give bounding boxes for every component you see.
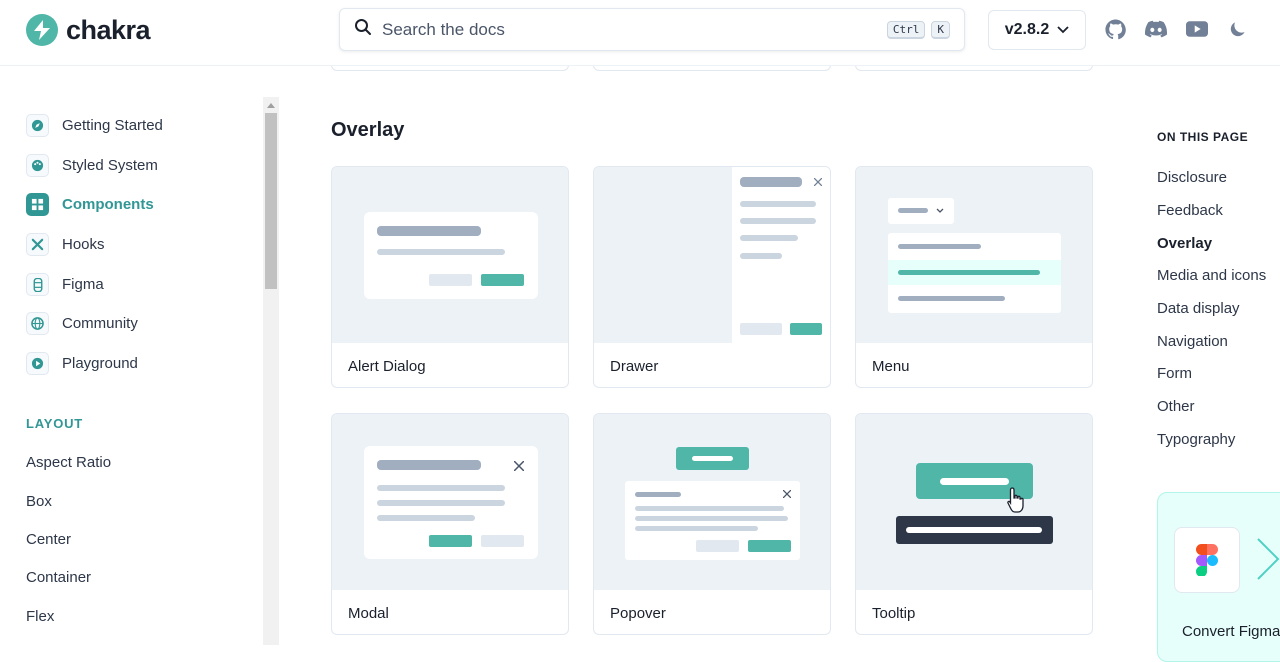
version-label: v2.8.2 (1004, 21, 1050, 38)
drawer-preview (594, 167, 830, 343)
globe-icon (26, 312, 49, 335)
toc-item-data-display[interactable]: Data display (1157, 300, 1240, 317)
sidebar-item-figma[interactable]: Figma (26, 273, 104, 296)
toc-item-typography[interactable]: Typography (1157, 431, 1235, 448)
alert-dialog-preview (332, 167, 568, 343)
sidebar: Getting Started Styled System Components… (0, 67, 280, 645)
lightning-icon (26, 14, 58, 46)
modal-preview (332, 414, 568, 590)
chakra-logo[interactable]: chakra (26, 14, 151, 46)
scroll-up-arrow-icon[interactable] (263, 97, 279, 113)
sidebar-item-label: Components (62, 196, 154, 213)
card-label: Alert Dialog (348, 358, 426, 375)
close-icon (814, 178, 822, 186)
tools-icon (26, 233, 49, 256)
scrollbar-thumb[interactable] (265, 113, 277, 289)
kbd-k: K (931, 20, 950, 39)
promo-text: Convert Figma (1182, 623, 1280, 640)
version-select[interactable]: v2.8.2 (988, 10, 1086, 50)
search-icon (354, 18, 372, 41)
toc-item-media-and-icons[interactable]: Media and icons (1157, 267, 1266, 284)
play-icon (26, 352, 49, 375)
sidebar-item-container[interactable]: Container (26, 569, 91, 586)
figma-promo-card[interactable]: Convert Figma (1157, 492, 1280, 662)
card-modal[interactable]: Modal (331, 413, 569, 635)
card-label: Tooltip (872, 605, 916, 622)
section-heading: Overlay (331, 119, 405, 141)
compass-icon (26, 114, 49, 137)
toc-item-feedback[interactable]: Feedback (1157, 202, 1223, 219)
discord-icon[interactable] (1145, 18, 1167, 40)
sidebar-section-title: LAYOUT (26, 416, 84, 431)
popover-preview (594, 414, 830, 590)
sidebar-item-label: Getting Started (62, 117, 163, 134)
toc-item-other[interactable]: Other (1157, 398, 1195, 415)
sidebar-item-community[interactable]: Community (26, 312, 138, 335)
card-popover[interactable]: Popover (593, 413, 831, 635)
card-menu[interactable]: Menu (855, 166, 1093, 388)
card-label: Menu (872, 358, 910, 375)
search-placeholder: Search the docs (382, 19, 505, 39)
search-input[interactable]: Search the docs Ctrl K (339, 8, 965, 51)
pointer-hand-icon (1007, 487, 1024, 513)
toc-title: ON THIS PAGE (1157, 130, 1249, 144)
youtube-icon[interactable] (1186, 18, 1208, 40)
card-label: Drawer (610, 358, 659, 375)
close-icon (783, 490, 791, 498)
sidebar-item-label: Hooks (62, 236, 105, 253)
palette-icon (26, 154, 49, 177)
toc-item-disclosure[interactable]: Disclosure (1157, 169, 1227, 186)
kbd-ctrl: Ctrl (886, 20, 926, 39)
sidebar-item-components[interactable]: Components (26, 193, 154, 216)
sidebar-item-center[interactable]: Center (26, 531, 71, 548)
toc-item-overlay[interactable]: Overlay (1157, 235, 1212, 252)
sidebar-item-label: Figma (62, 276, 104, 293)
github-icon[interactable] (1104, 18, 1126, 40)
sidebar-item-playground[interactable]: Playground (26, 352, 138, 375)
sidebar-scrollbar[interactable] (263, 97, 279, 645)
chevron-down-icon (936, 208, 944, 213)
sidebar-item-label: Community (62, 315, 138, 332)
sidebar-item-getting-started[interactable]: Getting Started (26, 114, 163, 137)
sidebar-item-box[interactable]: Box (26, 493, 52, 510)
top-header: chakra Search the docs Ctrl K v2.8.2 (0, 0, 1280, 66)
card-alert-dialog[interactable]: Alert Dialog (331, 166, 569, 388)
sidebar-item-aspect-ratio[interactable]: Aspect Ratio (26, 454, 111, 471)
tooltip-preview (856, 414, 1092, 590)
moon-icon[interactable] (1227, 18, 1249, 40)
card-label: Modal (348, 605, 389, 622)
card-label: Popover (610, 605, 666, 622)
toc-item-form[interactable]: Form (1157, 365, 1192, 382)
close-icon (514, 461, 524, 471)
sidebar-item-styled-system[interactable]: Styled System (26, 154, 158, 177)
grid-icon (26, 193, 49, 216)
chevron-right-icon (1257, 538, 1280, 580)
sidebar-item-label: Styled System (62, 157, 158, 174)
sidebar-item-flex[interactable]: Flex (26, 608, 54, 625)
menu-preview (856, 167, 1092, 343)
card-drawer[interactable]: Drawer (593, 166, 831, 388)
figma-icon (26, 273, 49, 296)
card-tooltip[interactable]: Tooltip (855, 413, 1093, 635)
logo-text: chakra (66, 14, 151, 45)
sidebar-item-label: Playground (62, 355, 138, 372)
chevron-down-icon (1057, 21, 1069, 39)
header-icons (1104, 18, 1249, 40)
sidebar-item-hooks[interactable]: Hooks (26, 233, 105, 256)
figma-logo-icon (1174, 527, 1240, 593)
toc-item-navigation[interactable]: Navigation (1157, 333, 1228, 350)
